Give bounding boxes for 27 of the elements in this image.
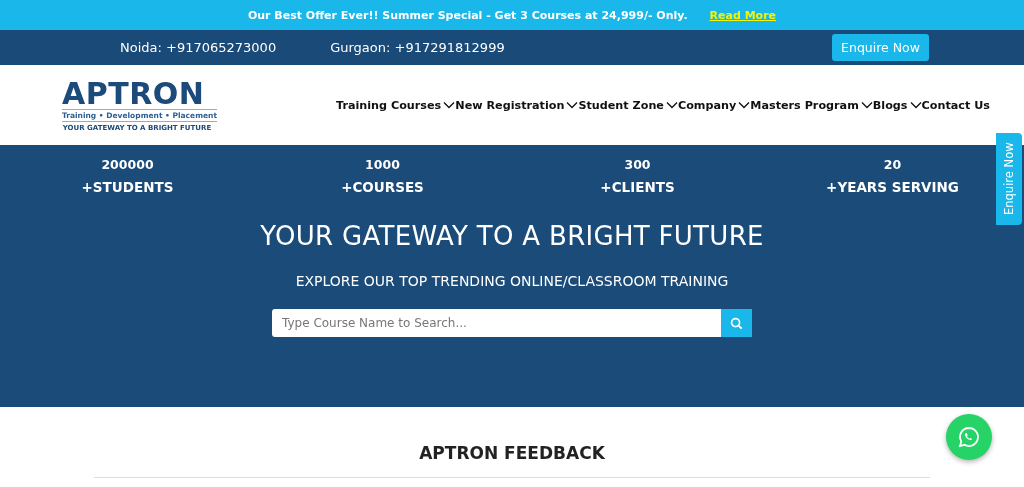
phone-number: Gurgaon: +917291812999 (330, 40, 505, 55)
nav-link[interactable]: Contact Us (921, 98, 990, 112)
nav-link[interactable]: Training Courses (336, 98, 456, 112)
nav-link[interactable]: Blogs (872, 98, 922, 112)
nav-link[interactable]: New Registration (455, 98, 579, 112)
hero-title: YOUR GATEWAY TO A BRIGHT FUTURE (260, 221, 764, 251)
search-icon (730, 316, 743, 330)
nav-link[interactable]: Company (677, 98, 751, 112)
phone-number: Noida: +917065273000 (120, 40, 277, 55)
stat-value: 1000 (365, 157, 400, 172)
logo-name: APTRON (62, 78, 205, 109)
stat-value: 20 (883, 157, 902, 172)
offer-text: Our Best Offer Ever!! Summer Special - Get 3 Courses at 24,999/- Only. (247, 8, 688, 22)
stat-label: +YEARS SERVING (826, 179, 959, 195)
stat-value: 300 (624, 157, 651, 172)
stat-value: 200000 (101, 157, 154, 172)
stat-label: +CLIENTS (600, 179, 675, 195)
stat-label: +STUDENTS (81, 179, 174, 195)
search-field[interactable]: Type Course Name to Search... (272, 309, 721, 337)
hero-subtitle: EXPLORE OUR TOP TRENDING ONLINE/CLASSROOM TRAINING (295, 273, 729, 289)
section-title: APTRON FEEDBACK (419, 443, 605, 463)
search-button[interactable] (721, 309, 752, 337)
whatsapp-button[interactable] (946, 414, 992, 460)
nav-link[interactable]: Student Zone (578, 98, 678, 112)
chat-icon (957, 425, 981, 449)
stat-label: +COURSES (341, 179, 424, 195)
nav-link[interactable]: Masters Program (750, 98, 873, 112)
